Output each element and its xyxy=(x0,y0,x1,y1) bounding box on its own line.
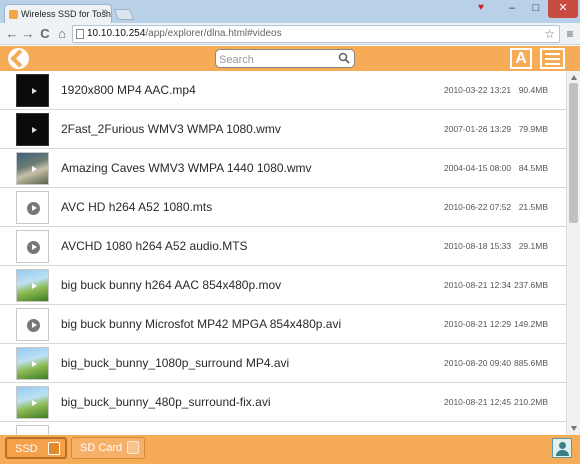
file-date: 2010-08-21 12:34 xyxy=(444,280,512,290)
file-date: 2010-08-21 12:29 xyxy=(444,319,512,329)
video-thumbnail[interactable] xyxy=(16,269,49,302)
file-date: 2010-08-18 15:33 xyxy=(444,241,512,251)
file-name: big buck bunny Microsfot MP42 MPGA 854x4… xyxy=(61,317,342,331)
window-close-button[interactable]: ✕ xyxy=(548,0,578,18)
video-thumbnail[interactable] xyxy=(16,191,49,224)
search-icon[interactable] xyxy=(338,52,350,64)
file-row[interactable]: Amazing Caves WMV3 WMPA 1440 1080.wmv 200… xyxy=(0,149,566,188)
back-button[interactable] xyxy=(8,48,29,69)
sd-card-icon xyxy=(127,441,139,454)
file-row[interactable]: AVC HD h264 A52 1080.mts 2010-06-22 07:52… xyxy=(0,188,566,227)
file-size: 84.5MB xyxy=(518,163,548,173)
video-thumbnail[interactable] xyxy=(16,74,49,107)
play-icon xyxy=(27,85,40,98)
video-thumbnail[interactable] xyxy=(16,230,49,263)
file-row[interactable]: 2Fast_2Furious WMV3 WMPA 1080.wmv 2007-01… xyxy=(0,110,566,149)
file-name: big_buck_bunny_480p_surround-fix.avi xyxy=(61,395,271,409)
play-icon xyxy=(27,163,40,176)
scrollbar-thumb[interactable] xyxy=(569,83,578,223)
scroll-down-icon[interactable] xyxy=(571,426,577,431)
play-icon xyxy=(27,124,40,137)
browser-titlebar: Wireless SSD for Toshiba × ♥ – □ ✕ xyxy=(0,0,580,24)
bookmark-star-icon[interactable]: ☆ xyxy=(544,26,555,42)
file-name: AVC HD h264 A52 1080.mts xyxy=(61,200,213,214)
file-size: 149.2MB xyxy=(513,319,548,329)
file-row[interactable]: big_buck_bunny_1080p_surround MP4.avi 201… xyxy=(0,344,566,383)
file-size: 885.6MB xyxy=(513,358,548,368)
file-name: Amazing Caves WMV3 WMPA 1440 1080.wmv xyxy=(61,161,312,175)
video-thumbnail[interactable] xyxy=(16,347,49,380)
app-footer: SSD SD Card xyxy=(0,435,580,464)
file-row[interactable]: 1920x800 MP4 AAC.mp4 2010-03-22 13:21 90.4… xyxy=(0,71,566,110)
video-thumbnail[interactable] xyxy=(16,308,49,341)
search-box[interactable] xyxy=(215,49,355,69)
profile-icon[interactable]: ♥ xyxy=(470,0,492,18)
play-icon xyxy=(27,202,40,215)
file-date: 2010-08-20 09:40 xyxy=(444,358,512,368)
play-icon xyxy=(27,280,40,293)
url-host: 10.10.10.254 xyxy=(87,28,146,39)
file-date: 2007-01-26 13:29 xyxy=(444,124,512,134)
video-file-list: 1920x800 MP4 AAC.mp4 2010-03-22 13:21 90.4… xyxy=(0,71,566,435)
video-thumbnail[interactable] xyxy=(16,386,49,419)
video-thumbnail[interactable] xyxy=(16,113,49,146)
file-row[interactable]: big_buck_bunny_480p_surround-fix.avi 2010… xyxy=(0,383,566,422)
ssd-drive-icon xyxy=(48,442,60,455)
file-date: 2010-08-21 12:45 xyxy=(444,397,512,407)
file-date: 2004-04-15 08:00 xyxy=(444,163,512,173)
list-scrollbar[interactable] xyxy=(566,71,580,435)
forward-arrow-icon[interactable]: → xyxy=(20,26,36,42)
user-icon[interactable] xyxy=(552,438,572,458)
url-path: /app/explorer/dlna.html#videos xyxy=(145,28,282,39)
minimize-button[interactable]: – xyxy=(500,0,524,18)
file-name: big buck bunny h264 AAC 854x480p.mov xyxy=(61,278,282,292)
file-name: 1920x800 MP4 AAC.mp4 xyxy=(61,83,196,97)
browser-menu-icon[interactable]: ≡ xyxy=(562,26,578,42)
file-row[interactable] xyxy=(0,422,566,435)
file-size: 29.1MB xyxy=(518,241,548,251)
address-bar[interactable]: 10.10.10.254/app/explorer/dlna.html#vide… xyxy=(72,25,560,43)
scroll-up-icon[interactable] xyxy=(571,75,577,80)
play-icon xyxy=(27,397,40,410)
browser-tab[interactable]: Wireless SSD for Toshiba × xyxy=(4,4,112,24)
video-thumbnail[interactable] xyxy=(16,425,49,435)
browser-toolbar: ← → C ⌂ 10.10.10.254/app/explorer/dlna.h… xyxy=(0,23,580,45)
file-row[interactable]: AVCHD 1080 h264 A52 audio.MTS 2010-08-18 … xyxy=(0,227,566,266)
tab-close-icon[interactable]: × xyxy=(101,7,107,18)
list-view-button[interactable] xyxy=(540,48,565,69)
ssd-source-button[interactable]: SSD xyxy=(5,437,67,459)
play-icon xyxy=(27,358,40,371)
sd-card-source-button[interactable]: SD Card xyxy=(71,437,145,459)
file-size: 21.5MB xyxy=(518,202,548,212)
file-row[interactable]: big buck bunny h264 AAC 854x480p.mov 2010… xyxy=(0,266,566,305)
ssd-label: SSD xyxy=(15,443,38,455)
new-tab-button[interactable] xyxy=(113,9,135,20)
tab-favicon-icon xyxy=(9,10,18,19)
video-thumbnail[interactable] xyxy=(16,152,49,185)
file-size: 90.4MB xyxy=(518,85,548,95)
play-icon xyxy=(27,241,40,254)
file-date: 2010-06-22 07:52 xyxy=(444,202,512,212)
file-size: 210.2MB xyxy=(513,397,548,407)
file-name: 2Fast_2Furious WMV3 WMPA 1080.wmv xyxy=(61,122,281,136)
play-icon xyxy=(27,319,40,332)
file-size: 237.6MB xyxy=(513,280,548,290)
maximize-button[interactable]: □ xyxy=(524,0,548,18)
font-size-button[interactable]: A xyxy=(510,48,532,69)
back-arrow-icon[interactable]: ← xyxy=(4,26,20,42)
tab-title: Wireless SSD for Toshiba xyxy=(21,9,111,19)
page-icon xyxy=(76,29,84,39)
file-name: big_buck_bunny_1080p_surround MP4.avi xyxy=(61,356,290,370)
sd-card-label: SD Card xyxy=(80,442,123,454)
file-size: 79.9MB xyxy=(518,124,548,134)
app-header: A xyxy=(0,46,580,71)
reload-icon[interactable]: C xyxy=(37,26,53,42)
file-date: 2010-03-22 13:21 xyxy=(444,85,512,95)
search-input[interactable] xyxy=(219,51,329,69)
file-name: AVCHD 1080 h264 A52 audio.MTS xyxy=(61,239,248,253)
file-row[interactable]: big buck bunny Microsfot MP42 MPGA 854x4… xyxy=(0,305,566,344)
home-icon[interactable]: ⌂ xyxy=(54,26,70,42)
